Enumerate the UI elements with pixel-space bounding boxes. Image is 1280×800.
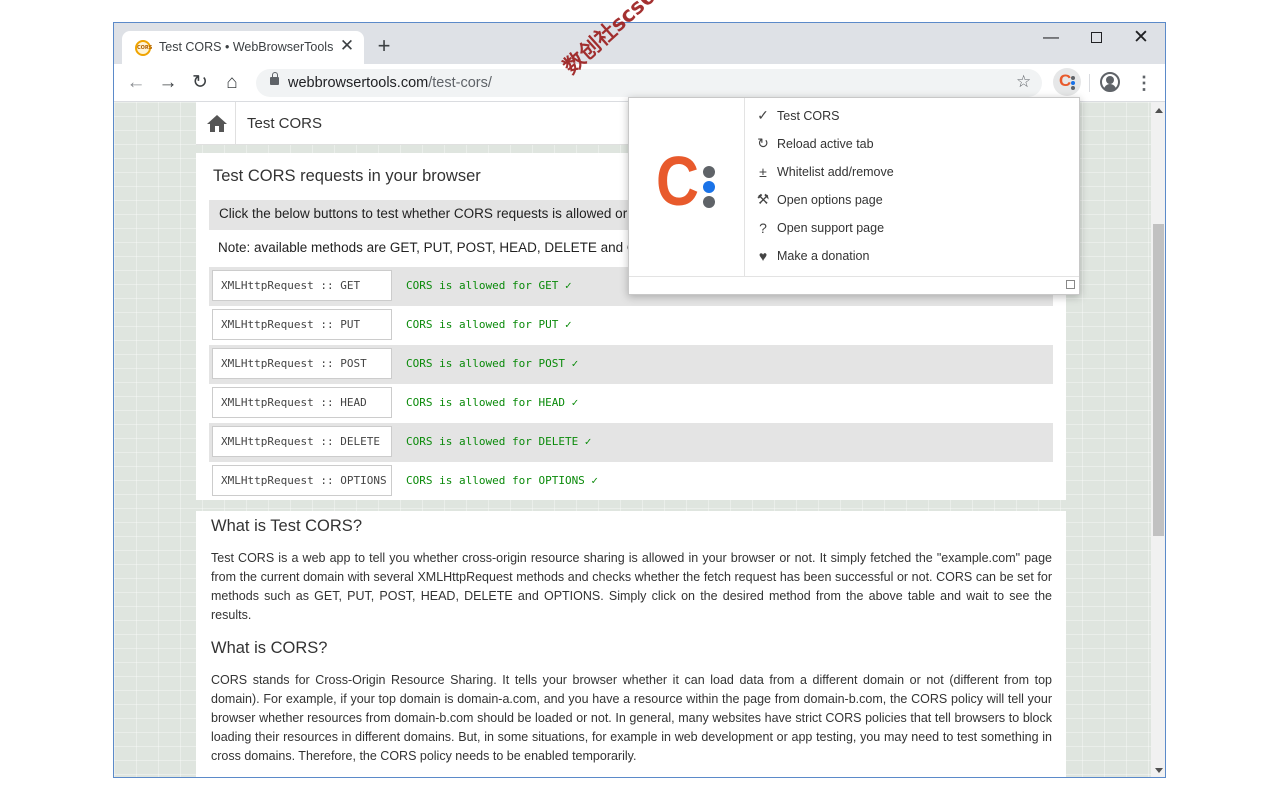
request-table: XMLHttpRequest :: GET CORS is allowed fo… <box>209 267 1053 501</box>
extension-dot <box>1071 76 1075 80</box>
logo-dot <box>703 166 715 178</box>
menu-item-label: Reload active tab <box>777 136 874 151</box>
request-row: XMLHttpRequest :: HEAD CORS is allowed f… <box>209 384 1053 423</box>
logo-dot-active <box>703 181 715 193</box>
section-text-cors: CORS stands for Cross-Origin Resource Sh… <box>211 673 1052 763</box>
resize-icon[interactable] <box>1066 280 1075 289</box>
new-tab-icon[interactable]: + <box>374 35 394 57</box>
reload-icon[interactable]: ↻ <box>187 70 213 96</box>
section-heading-test-cors: What is Test CORS? <box>211 517 362 535</box>
request-row: XMLHttpRequest :: POST CORS is allowed f… <box>209 345 1053 384</box>
about-card: What is Test CORS? Test CORS is a web ap… <box>196 511 1066 777</box>
maximize-icon[interactable] <box>1081 27 1111 49</box>
site-home-icon[interactable] <box>196 102 236 145</box>
section-text-test-cors: Test CORS is a web app to tell you wheth… <box>211 551 1052 622</box>
toolbar-divider <box>1089 74 1090 92</box>
menu-item-label: Make a donation <box>777 248 870 263</box>
request-button-get[interactable]: XMLHttpRequest :: GET <box>212 270 392 301</box>
menu-item-label: Test CORS <box>777 108 840 123</box>
heart-icon: ♥ <box>758 247 768 264</box>
lock-icon[interactable] <box>270 72 279 85</box>
plus-minus-icon: ± <box>759 163 767 180</box>
extension-icon[interactable]: C <box>1053 68 1081 96</box>
tab-close-icon[interactable]: ✕ <box>337 36 357 56</box>
menu-item-support[interactable]: ? Open support page <box>755 219 884 241</box>
menu-item-test-cors[interactable]: ✓ Test CORS <box>755 107 840 129</box>
url-domain: webbrowsertools.com <box>288 75 429 91</box>
menu-item-label: Open support page <box>777 220 885 235</box>
profile-icon[interactable] <box>1100 72 1120 92</box>
check-icon: ✓ <box>757 107 769 124</box>
request-status: CORS is allowed for DELETE ✓ <box>406 435 592 448</box>
question-icon: ? <box>759 219 767 236</box>
request-button-put[interactable]: XMLHttpRequest :: PUT <box>212 309 392 340</box>
request-status: CORS is allowed for GET ✓ <box>406 279 572 292</box>
cors-favicon-icon: CORS <box>135 40 152 56</box>
scroll-down-icon[interactable] <box>1155 768 1163 773</box>
request-row: XMLHttpRequest :: OPTIONS CORS is allowe… <box>209 462 1053 501</box>
menu-item-label: Whitelist add/remove <box>777 164 894 179</box>
request-row: XMLHttpRequest :: DELETE CORS is allowed… <box>209 423 1053 462</box>
site-title: Test CORS <box>247 115 323 132</box>
request-button-options[interactable]: XMLHttpRequest :: OPTIONS <box>212 465 392 496</box>
address-bar[interactable]: webbrowsertools.com/test-cors/ ☆ <box>256 69 1042 97</box>
menu-item-label: Open options page <box>777 192 883 207</box>
request-status: CORS is allowed for POST ✓ <box>406 357 579 370</box>
extension-popup: C ✓ Test CORS ↻ Reload active tab ± Whiteli… <box>628 97 1080 295</box>
menu-icon[interactable]: ⋮ <box>1134 70 1154 96</box>
star-icon[interactable]: ☆ <box>1016 72 1031 92</box>
url-path: /test-cors/ <box>428 75 492 91</box>
menu-item-options[interactable]: ⚒ Open options page <box>755 191 883 213</box>
url-text[interactable]: webbrowsertools.com/test-cors/ <box>288 75 492 91</box>
request-button-head[interactable]: XMLHttpRequest :: HEAD <box>212 387 392 418</box>
scroll-thumb[interactable] <box>1153 224 1164 536</box>
request-row: XMLHttpRequest :: PUT CORS is allowed fo… <box>209 306 1053 345</box>
menu-item-donation[interactable]: ♥ Make a donation <box>755 247 870 269</box>
extension-dot <box>1071 86 1075 90</box>
home-icon[interactable]: ⌂ <box>219 70 245 96</box>
request-status: CORS is allowed for OPTIONS ✓ <box>406 474 599 487</box>
window-close-icon[interactable]: ✕ <box>1126 27 1156 49</box>
forward-icon[interactable]: → <box>155 70 181 96</box>
minimize-icon[interactable]: — <box>1036 27 1066 49</box>
tab-strip: CORS Test CORS • WebBrowserTools ✕ + — ✕ <box>114 23 1165 64</box>
scroll-up-icon[interactable] <box>1155 108 1163 113</box>
menu-item-reload[interactable]: ↻ Reload active tab <box>755 135 874 157</box>
tab-title: Test CORS • WebBrowserTools <box>159 40 334 54</box>
reload-icon: ↻ <box>757 135 769 152</box>
request-status: CORS is allowed for PUT ✓ <box>406 318 572 331</box>
request-status: CORS is allowed for HEAD ✓ <box>406 396 579 409</box>
section-heading-cors: What is CORS? <box>211 639 328 657</box>
back-icon[interactable]: ← <box>123 70 149 96</box>
request-button-post[interactable]: XMLHttpRequest :: POST <box>212 348 392 379</box>
extension-logo-letter: C <box>1059 71 1072 90</box>
card-title: Test CORS requests in your browser <box>213 167 481 185</box>
request-button-delete[interactable]: XMLHttpRequest :: DELETE <box>212 426 392 457</box>
tools-icon: ⚒ <box>756 191 770 208</box>
logo-letter: C <box>656 142 699 220</box>
extension-logo: C <box>629 98 745 276</box>
extension-dot <box>1071 81 1075 85</box>
logo-dot <box>703 196 715 208</box>
tab-test-cors[interactable]: CORS Test CORS • WebBrowserTools ✕ <box>122 31 364 64</box>
popup-footer <box>629 276 1079 295</box>
page-scrollbar[interactable] <box>1151 102 1165 777</box>
menu-item-whitelist[interactable]: ± Whitelist add/remove <box>755 163 894 185</box>
